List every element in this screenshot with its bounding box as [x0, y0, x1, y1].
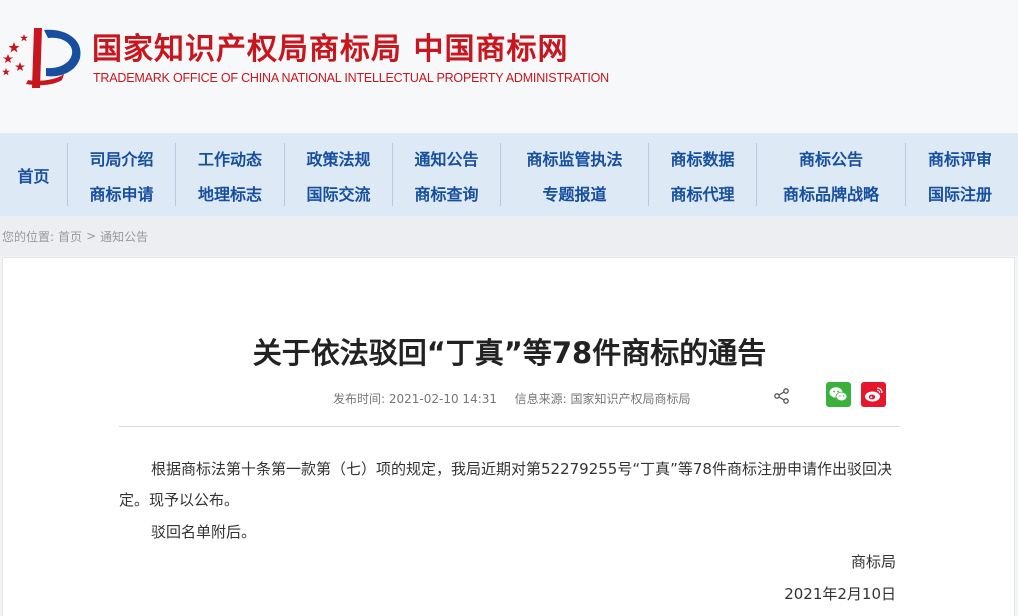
nav-column: 政策法规 国际交流: [285, 133, 392, 216]
nav-item-special-reports[interactable]: 专题报道: [501, 181, 648, 205]
breadcrumb-prefix: 您的位置:: [2, 229, 55, 244]
article-paragraph: 根据商标法第十条第一款第（七）项的规定，我局近期对第52279255号“丁真”等…: [119, 460, 892, 509]
wechat-icon[interactable]: [826, 382, 851, 407]
share-icon[interactable]: [773, 387, 791, 405]
nav-item-trademark-gazette[interactable]: 商标公告: [757, 146, 905, 170]
site-header: 国家知识产权局商标局 中国商标网 TRADEMARK OFFICE OF CHI…: [0, 0, 1018, 133]
nav-column: 商标评审 国际注册: [906, 133, 1014, 216]
nav-item-trademark-agency[interactable]: 商标代理: [649, 181, 756, 205]
nav-item-trademark-application[interactable]: 商标申请: [68, 181, 175, 205]
nav-item-geographical-indication[interactable]: 地理标志: [176, 181, 284, 205]
nav-item-work-news[interactable]: 工作动态: [176, 146, 284, 170]
nav-column: 商标监管执法 专题报道: [501, 133, 648, 216]
nav-item-notices[interactable]: 通知公告: [393, 146, 500, 170]
nav-item-trademark-search[interactable]: 商标查询: [393, 181, 500, 205]
breadcrumb-separator: >: [86, 229, 97, 243]
site-name-en: TRADEMARK OFFICE OF CHINA NATIONAL INTEL…: [93, 71, 609, 85]
article-paragraph: 驳回名单附后。: [151, 523, 257, 541]
source-value: 国家知识产权局商标局: [570, 392, 691, 406]
article-signature: 商标局: [850, 553, 896, 571]
breadcrumb-current[interactable]: 通知公告: [100, 228, 148, 245]
nav-column: 工作动态 地理标志: [176, 133, 284, 216]
publish-time: 2021-02-10 14:31: [388, 392, 498, 406]
site-name-cn[interactable]: 国家知识产权局商标局 中国商标网: [92, 32, 568, 68]
nav-item-policies[interactable]: 政策法规: [285, 146, 392, 170]
nav-item-bureau-intro[interactable]: 司局介绍: [68, 146, 175, 170]
source-label: 信息来源:: [514, 392, 567, 406]
nav-item-enforcement[interactable]: 商标监管执法: [501, 146, 648, 170]
weibo-icon[interactable]: [861, 382, 886, 407]
nav-column: 商标数据 商标代理: [649, 133, 756, 216]
article-divider: [119, 426, 899, 427]
cnipa-emblem-icon[interactable]: [0, 22, 86, 92]
nav-item-brand-strategy[interactable]: 商标品牌战略: [757, 181, 905, 205]
nav-column: 司局介绍 商标申请: [68, 133, 175, 216]
nav-item-trademark-data[interactable]: 商标数据: [649, 146, 756, 170]
article-panel: 关于依法驳回“丁真”等78件商标的通告 发布时间: 2021-02-10 14:…: [2, 257, 1015, 616]
nav-item-trademark-review[interactable]: 商标评审: [906, 146, 1014, 170]
publish-label: 发布时间:: [333, 392, 386, 406]
breadcrumb: 您的位置: 首页 > 通知公告: [0, 216, 1018, 256]
nav-item-international-exchange[interactable]: 国际交流: [285, 181, 392, 205]
breadcrumb-home[interactable]: 首页: [58, 228, 82, 245]
nav-column: 通知公告 商标查询: [393, 133, 500, 216]
main-nav: 首页 司局介绍 商标申请 工作动态 地理标志 政策法规 国际交流 通知公告 商标…: [0, 133, 1018, 216]
article-date: 2021年2月10日: [784, 585, 896, 603]
article-title: 关于依法驳回“丁真”等78件商标的通告: [252, 336, 767, 370]
article-meta: 发布时间: 2021-02-10 14:31 信息来源: 国家知识产权局商标局: [333, 390, 691, 407]
nav-column: 商标公告 商标品牌战略: [757, 133, 905, 216]
nav-item-international-registration[interactable]: 国际注册: [906, 181, 1014, 205]
nav-home[interactable]: 首页: [0, 133, 67, 216]
